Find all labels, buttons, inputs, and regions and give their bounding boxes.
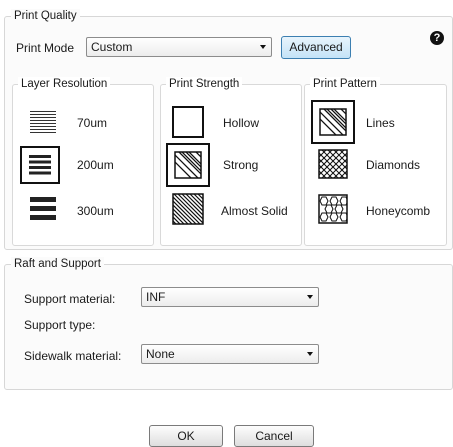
print-mode-select[interactable]: Custom xyxy=(86,37,272,57)
ok-button[interactable]: OK xyxy=(149,425,223,447)
print-strength-almost-solid-label: Almost Solid xyxy=(221,204,288,218)
print-strength-title: Print Strength xyxy=(166,77,243,91)
layer-resolution-title: Layer Resolution xyxy=(18,77,111,91)
support-material-select[interactable]: INF xyxy=(141,287,319,307)
print-pattern-title: Print Pattern xyxy=(310,77,380,91)
support-material-label: Support material: xyxy=(24,292,116,306)
support-type-label: Support type: xyxy=(24,318,96,332)
print-strength-hollow-label: Hollow xyxy=(223,116,260,130)
chevron-down-icon xyxy=(307,352,313,356)
sidewalk-material-select[interactable]: None xyxy=(141,344,319,364)
sidewalk-material-label: Sidewalk material: xyxy=(24,349,122,363)
print-mode-label: Print Mode xyxy=(16,41,75,55)
print-pattern-lines-label: Lines xyxy=(366,116,395,130)
layer-resolution-70um-icon[interactable] xyxy=(30,110,56,134)
print-pattern-honeycomb-icon[interactable] xyxy=(318,194,348,224)
support-material-value: INF xyxy=(146,290,166,304)
print-pattern-honeycomb-label: Honeycomb xyxy=(366,204,431,218)
layer-resolution-300um-label: 300um xyxy=(77,204,114,218)
chevron-down-icon xyxy=(260,45,266,49)
raft-support-title: Raft and Support xyxy=(11,257,104,271)
print-pattern-diamonds-icon[interactable] xyxy=(318,149,348,179)
print-mode-value: Custom xyxy=(91,40,133,54)
layer-resolution-200um-icon[interactable] xyxy=(20,146,60,184)
print-pattern-diamonds-label: Diamonds xyxy=(366,158,421,172)
layer-resolution-300um-icon[interactable] xyxy=(30,196,56,222)
chevron-down-icon xyxy=(307,295,313,299)
advanced-button[interactable]: Advanced xyxy=(281,36,351,59)
print-pattern-lines-icon[interactable] xyxy=(311,100,355,144)
question-circle-icon[interactable]: ? xyxy=(430,31,444,45)
print-strength-strong-label: Strong xyxy=(223,158,259,172)
sidewalk-material-value: None xyxy=(146,347,175,361)
print-quality-title: Print Quality xyxy=(11,9,80,23)
layer-resolution-70um-label: 70um xyxy=(77,116,108,130)
print-strength-hollow-icon[interactable] xyxy=(172,106,204,138)
cancel-button[interactable]: Cancel xyxy=(234,425,314,447)
print-strength-strong-icon[interactable] xyxy=(166,143,210,187)
layer-resolution-200um-label: 200um xyxy=(77,158,114,172)
print-strength-almost-solid-icon[interactable] xyxy=(172,193,204,225)
